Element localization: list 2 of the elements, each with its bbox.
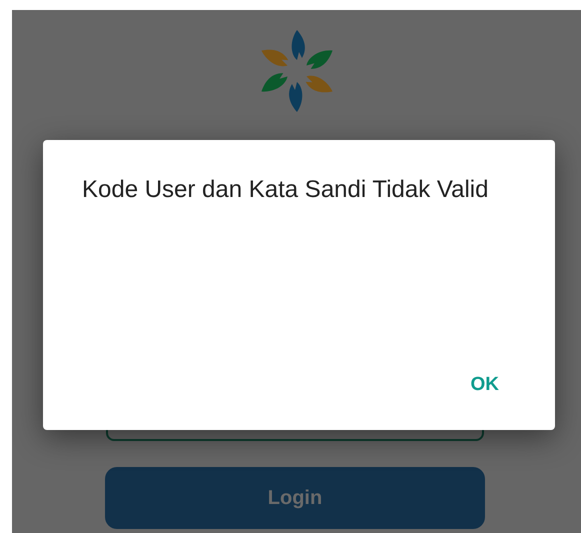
ok-button[interactable]: OK xyxy=(470,368,499,402)
dialog-message: Kode User dan Kata Sandi Tidak Valid xyxy=(82,175,490,205)
